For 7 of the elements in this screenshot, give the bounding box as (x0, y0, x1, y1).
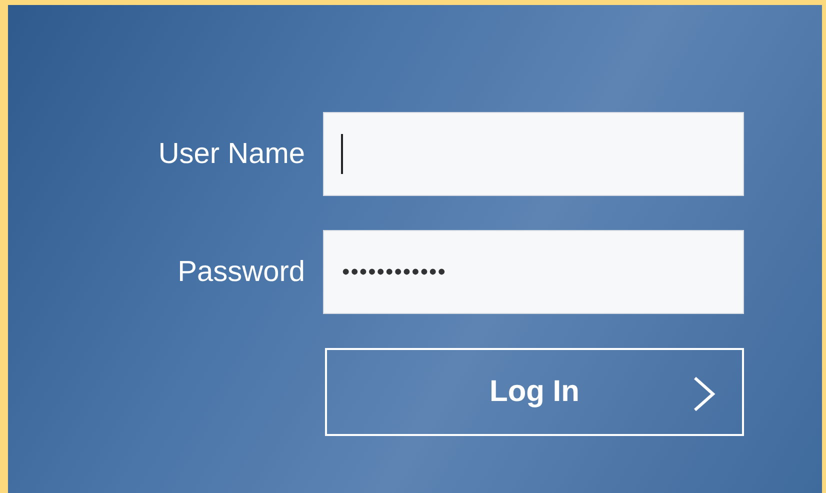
field-label: User Name (158, 138, 305, 170)
chevron-right-icon (692, 376, 716, 412)
field-label: Password (178, 256, 305, 288)
text-cursor (341, 134, 343, 174)
input-field[interactable] (323, 112, 744, 196)
login-button[interactable]: Log In (325, 348, 744, 436)
input-field[interactable]: •••••••••••• (323, 230, 744, 314)
